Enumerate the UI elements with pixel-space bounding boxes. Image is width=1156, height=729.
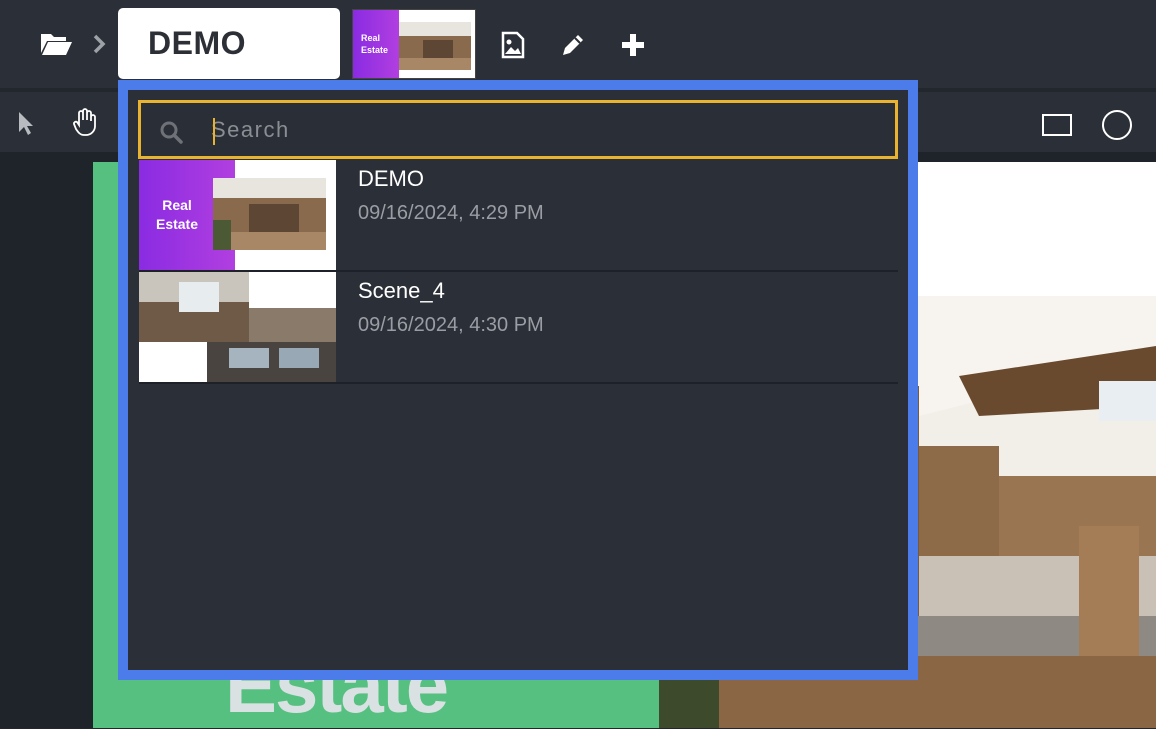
- search-icon: [159, 120, 185, 151]
- scene-name: DEMO: [358, 166, 424, 191]
- scene-name: Scene_4: [358, 278, 445, 303]
- scene-list-item[interactable]: Scene_4 09/16/2024, 4:30 PM: [139, 272, 898, 384]
- text-cursor: [213, 118, 215, 145]
- rectangle-icon[interactable]: [1040, 110, 1074, 140]
- thumbnail-text-estate: Estate: [155, 216, 199, 232]
- scene-selector-label: DEMO: [148, 25, 246, 61]
- scene-date: 09/16/2024, 4:30 PM: [358, 314, 544, 336]
- scene-thumbnail: [139, 272, 336, 382]
- thumbnail-text-estate: Estate: [361, 45, 389, 55]
- image-file-icon[interactable]: [498, 30, 528, 60]
- scene-dropdown-panel: Real Estate DEMO 09/16/2024, 4:29 PM Sce…: [118, 80, 918, 680]
- thumbnail-text-real: Real: [162, 197, 192, 213]
- pointer-icon[interactable]: [12, 108, 38, 138]
- scene-list-item[interactable]: Real Estate DEMO 09/16/2024, 4:29 PM: [139, 160, 898, 272]
- circle-icon[interactable]: [1100, 108, 1134, 142]
- plus-icon[interactable]: [618, 30, 648, 60]
- pencil-icon[interactable]: [558, 30, 588, 60]
- thumbnail-text-real: Real: [361, 33, 381, 43]
- folder-open-icon[interactable]: [38, 28, 74, 60]
- search-input[interactable]: [211, 103, 891, 156]
- scene-date: 09/16/2024, 4:29 PM: [358, 202, 544, 224]
- chevron-right-icon: [88, 30, 110, 58]
- hand-icon[interactable]: [70, 106, 100, 138]
- current-scene-thumbnail[interactable]: Real Estate: [352, 9, 476, 79]
- scene-selector-button[interactable]: DEMO: [118, 8, 414, 79]
- search-box[interactable]: [138, 100, 898, 159]
- scene-thumbnail: Real Estate: [139, 160, 336, 270]
